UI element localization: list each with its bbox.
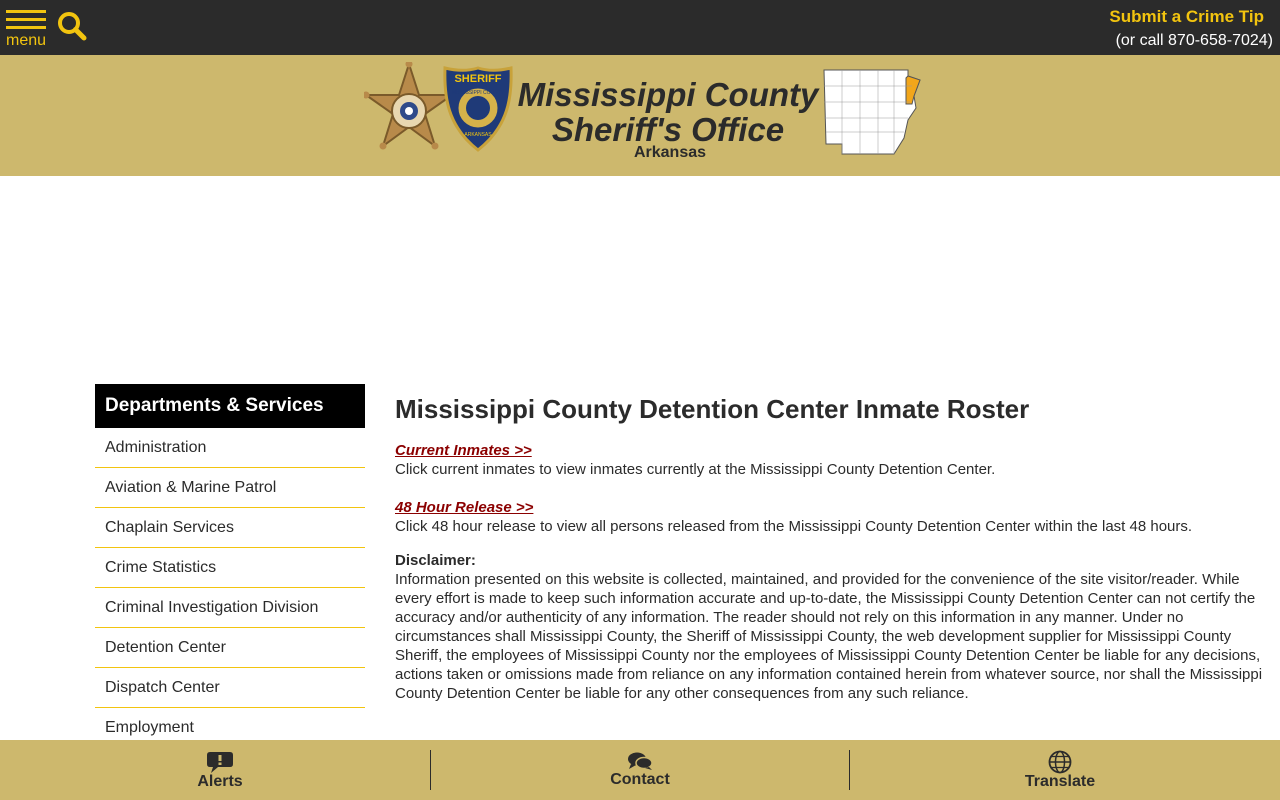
48-hour-release-link[interactable]: 48 Hour Release >> [395,498,1270,517]
disclaimer-label: Disclaimer: [395,552,476,569]
arkansas-map-icon [823,69,921,155]
top-bar: menu Submit a Crime Tip (or call 870-658… [0,0,1280,55]
search-button[interactable] [56,10,88,42]
translate-label: Translate [1024,773,1096,790]
sidebar-item-dispatch-center[interactable]: Dispatch Center [95,668,365,708]
main-content: Mississippi County Detention Center Inma… [395,392,1270,703]
sidebar-item-detention-center[interactable]: Detention Center [95,628,365,668]
sheriff-shield-badge-logo: SHERIFF MISSISSIPPI COUNTY ARKANSAS [443,66,513,152]
sidebar-item-aviation-marine-patrol[interactable]: Aviation & Marine Patrol [95,468,365,508]
submit-crime-tip-link[interactable]: Submit a Crime Tip [1109,7,1264,27]
release-section: 48 Hour Release >> Click 48 hour release… [395,498,1270,536]
site-header: SHERIFF MISSISSIPPI COUNTY ARKANSAS Miss… [0,55,1280,176]
crime-tip-phone: (or call 870-658-7024) [1115,32,1273,49]
disclaimer-section: Disclaimer: Information presented on thi… [395,551,1270,703]
hamburger-icon-bar [6,18,46,21]
page-title: Mississippi County Detention Center Inma… [395,394,1030,424]
search-icon [58,12,87,41]
menu-button[interactable]: menu [6,10,48,50]
hamburger-icon-bar [6,26,46,29]
crime-tip: Submit a Crime Tip (or call 870-658-7024… [1109,7,1273,50]
sidebar-item-criminal-investigation[interactable]: Criminal Investigation Division [95,588,365,628]
sidebar-item-crime-statistics[interactable]: Crime Statistics [95,548,365,588]
disclaimer-text: Information presented on this website is… [395,571,1263,702]
shield-badge-text: SHERIFF [454,73,501,85]
sidebar-item-administration[interactable]: Administration [95,428,365,468]
alerts-button[interactable]: Alerts [10,740,430,800]
menu-label: menu [6,32,47,49]
globe-icon [1048,750,1072,774]
translate-button[interactable]: Translate [850,740,1270,800]
alert-bubble-icon [207,752,233,773]
48-hour-release-description: Click 48 hour release to view all person… [395,518,1193,535]
chat-bubbles-icon [628,752,653,770]
sidebar-heading: Departments & Services [95,384,365,428]
contact-label: Contact [610,771,670,788]
site-title-line2: Sheriff's Office [551,111,785,148]
bottom-bar: Alerts Contact Translate [0,740,1280,800]
alerts-label: Alerts [197,773,243,790]
shield-badge-ring: MISSISSIPPI COUNTY [452,90,505,96]
shield-badge-state: ARKANSAS [464,132,492,138]
hamburger-icon [6,10,46,13]
contact-button[interactable]: Contact [431,740,849,800]
current-inmates-link[interactable]: Current Inmates >> [395,441,1270,460]
sidebar-item-chaplain-services[interactable]: Chaplain Services [95,508,365,548]
departments-sidebar: Departments & Services Administration Av… [95,384,365,748]
current-inmates-description: Click current inmates to view inmates cu… [395,461,996,478]
sheriff-star-badge-logo [364,62,454,150]
site-title: Mississippi County Sheriff's Office Arka… [516,77,820,162]
site-title-line1: Mississippi County [517,76,819,113]
current-inmates-section: Current Inmates >> Click current inmates… [395,441,1270,479]
